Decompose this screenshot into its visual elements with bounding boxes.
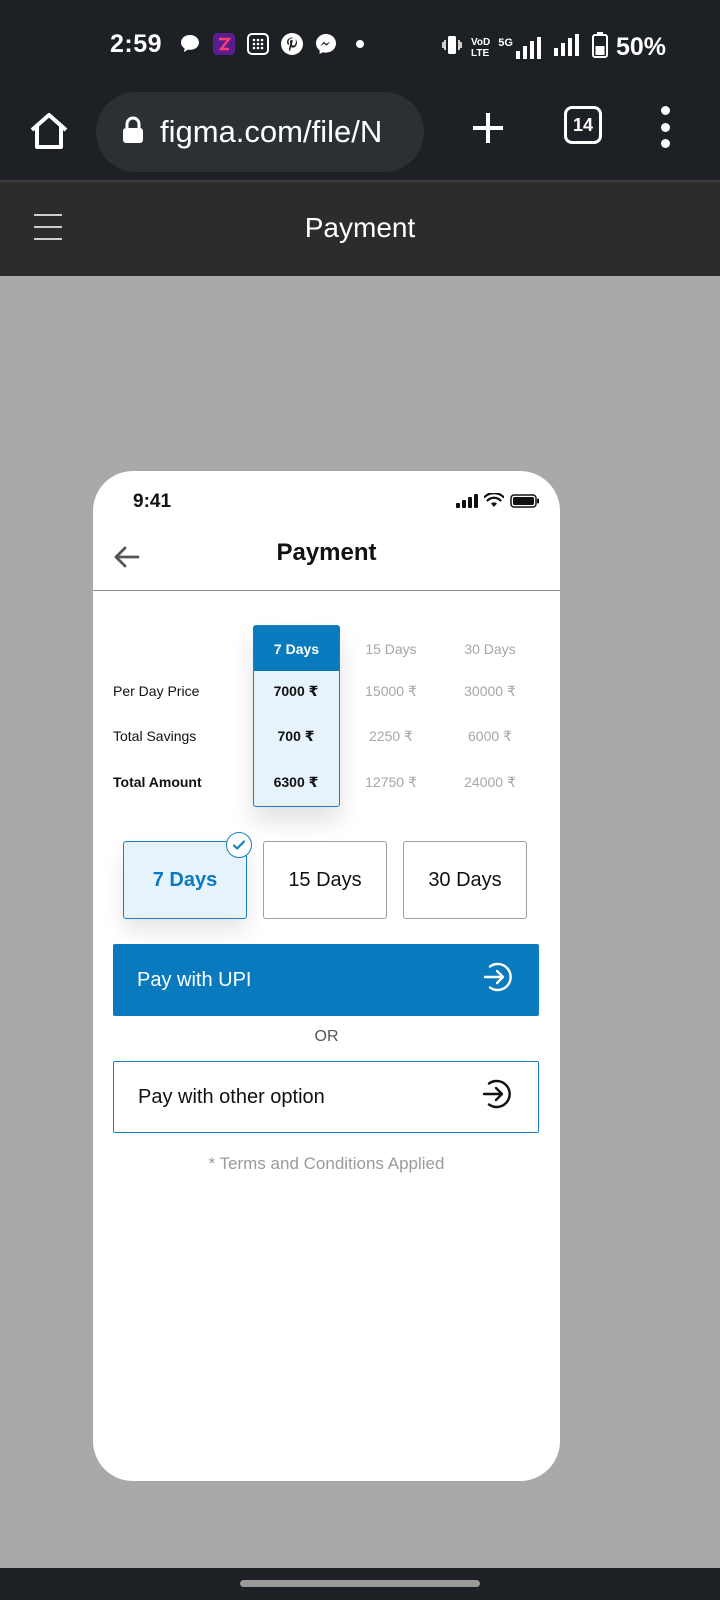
duration-option-7-days[interactable]: 7 Days: [123, 832, 252, 919]
arrow-circle-right-icon: [480, 1077, 514, 1117]
figma-frame-title: Payment: [304, 212, 416, 243]
duration-label: 15 Days: [288, 868, 362, 891]
phone-battery-icon: [510, 493, 540, 513]
address-bar[interactable]: figma.com/file/N: [96, 92, 424, 172]
cellular-icon: [456, 493, 478, 513]
table-cell: 6300 ₹: [273, 774, 319, 790]
table-cell: 24000 ₹: [464, 774, 516, 790]
dot-icon: [348, 32, 372, 56]
table-cell: 700 ₹: [277, 728, 315, 744]
battery-percentage: 50%: [615, 33, 666, 61]
chat-bubble-icon: [178, 32, 202, 56]
row-label-per-day-price: Per Day Price: [113, 683, 200, 699]
or-divider-text: OR: [314, 1028, 339, 1045]
page-title: Payment: [276, 539, 377, 566]
table-cell: 15000 ₹: [365, 683, 417, 699]
check-circle-icon: [226, 832, 252, 858]
phone-status-icons: [456, 492, 540, 513]
pay-upi-label: Pay with UPI: [137, 968, 252, 991]
row-label-total-amount: Total Amount: [113, 774, 202, 790]
calculator-icon: [246, 32, 270, 56]
navigation-gesture-bar: [0, 1568, 720, 1600]
pay-other-label: Pay with other option: [138, 1085, 325, 1108]
volte-indicator: VoD LTE: [471, 36, 491, 59]
messenger-icon: [314, 32, 338, 56]
duration-option-15-days[interactable]: 15 Days: [263, 841, 387, 919]
pay-with-other-option-button[interactable]: Pay with other option: [113, 1061, 539, 1133]
notification-icons: [178, 32, 372, 56]
figma-prototype-header: Payment: [0, 180, 720, 276]
duration-label: 30 Days: [428, 868, 502, 891]
system-time: 2:59: [110, 30, 163, 58]
row-label-total-savings: Total Savings: [113, 728, 197, 744]
table-cell: 6000 ₹: [468, 728, 512, 744]
arrow-circle-right-icon: [481, 960, 515, 1000]
column-header-15-days: 15 Days: [365, 641, 417, 657]
browser-menu-icon[interactable]: [650, 102, 680, 152]
pay-with-upi-button[interactable]: Pay with UPI: [113, 944, 539, 1016]
browser-toolbar: figma.com/file/N 14: [0, 92, 720, 180]
system-right-icons: VoD LTE 5G 50%: [441, 32, 666, 63]
home-icon[interactable]: [26, 108, 72, 154]
phone-status-time: 9:41: [133, 491, 172, 512]
signal-5g-icon: 5G: [498, 36, 546, 59]
signal-icon: [553, 34, 584, 61]
url-text: figma.com/file/N: [160, 114, 383, 149]
lock-icon: [122, 116, 144, 149]
payment-header: Payment: [93, 531, 560, 591]
vibrate-icon: [441, 34, 463, 61]
pinterest-icon: [280, 32, 304, 56]
tab-switcher-button[interactable]: 14: [564, 106, 602, 144]
table-cell: 2250 ₹: [369, 728, 413, 744]
duration-option-30-days[interactable]: 30 Days: [403, 841, 527, 919]
new-tab-plus-icon[interactable]: [468, 108, 508, 148]
column-header-30-days: 30 Days: [464, 641, 516, 657]
system-status-bar: 2:59 VoD LTE 5G 50%: [0, 0, 720, 92]
zomato-icon: [212, 32, 236, 56]
phone-frame: 9:41 Payment 7 Days 15 Days 30 Days Per …: [93, 471, 560, 1481]
table-cell: 7000 ₹: [273, 683, 319, 699]
wifi-icon: [483, 492, 505, 513]
duration-label: 7 Days: [152, 868, 218, 891]
terms-and-conditions-text: * Terms and Conditions Applied: [208, 1154, 445, 1173]
battery-icon: [591, 32, 608, 63]
table-cell: 30000 ₹: [464, 683, 516, 699]
selected-plan-header: 7 Days: [254, 626, 339, 671]
table-cell: 12750 ₹: [365, 774, 417, 790]
gesture-handle[interactable]: [240, 1580, 480, 1587]
